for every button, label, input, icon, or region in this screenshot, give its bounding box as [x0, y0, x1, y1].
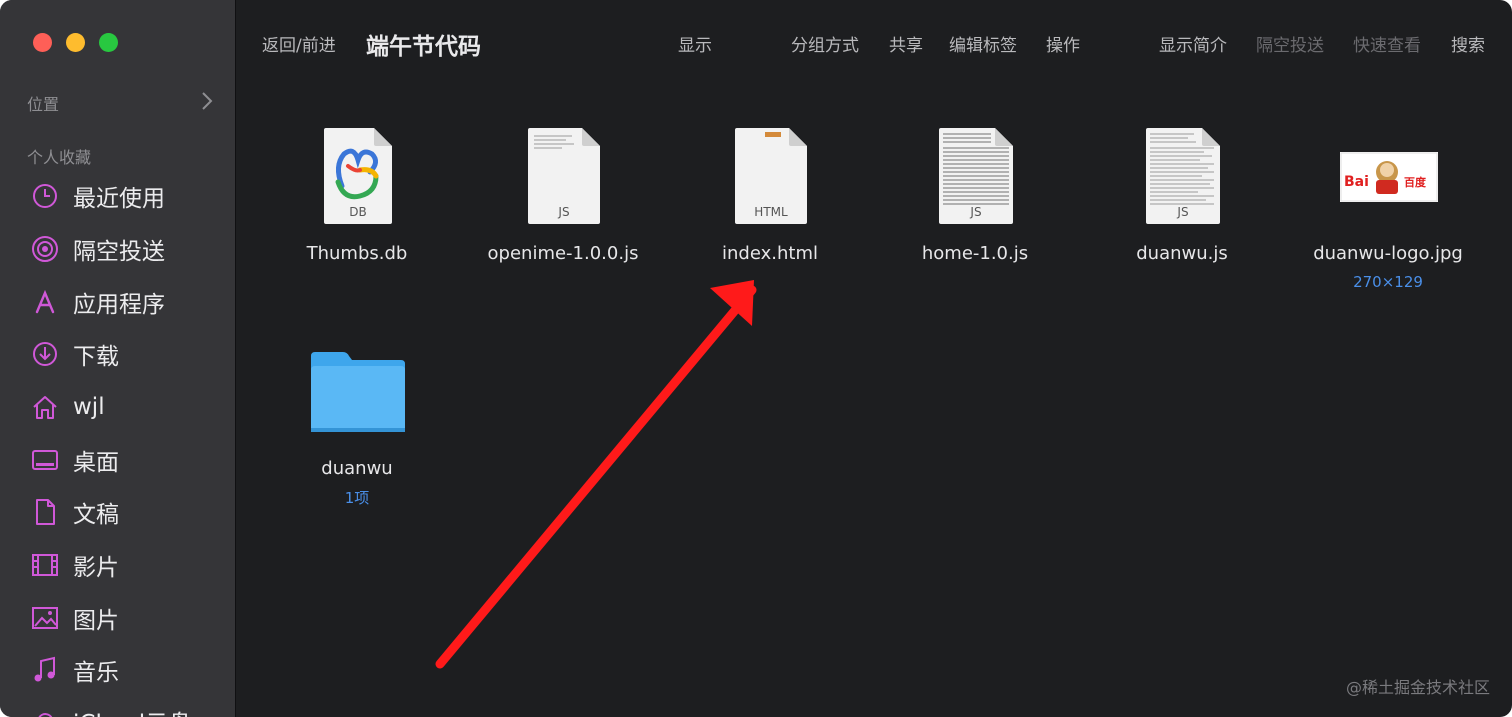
watermark: @稀土掘金技术社区	[1345, 678, 1490, 697]
annotation-arrow	[435, 280, 757, 669]
finder-window: 位置 个人收藏 最近使用 隔空投送 应用程序 下载 wjl 桌面 文稿 影片 图…	[0, 0, 1512, 717]
